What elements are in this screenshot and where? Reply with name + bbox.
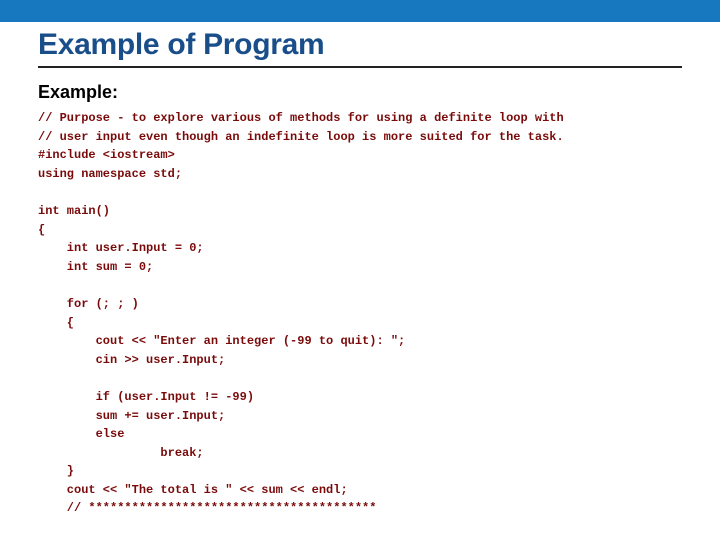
page-title: Example of Program	[38, 28, 682, 62]
title-underline	[38, 66, 682, 68]
example-subtitle: Example:	[38, 82, 682, 103]
top-accent-bar	[0, 0, 720, 22]
code-block: // Purpose - to explore various of metho…	[38, 109, 682, 518]
slide-content: Example of Program Example: // Purpose -…	[0, 22, 720, 518]
